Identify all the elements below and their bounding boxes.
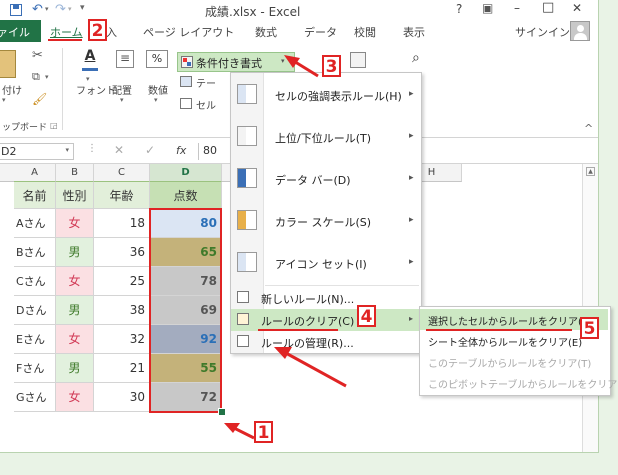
arrow-4-head: [274, 347, 292, 359]
annotation-arrows: [48, 39, 572, 440]
step-badge-5: 5: [580, 317, 599, 339]
arrow-3-head: [284, 55, 300, 68]
step-badge-3: 3: [322, 55, 341, 77]
step-badge-2: 2: [88, 19, 107, 41]
arrow-4: [283, 350, 347, 388]
step-badge-1: 1: [254, 421, 273, 443]
step-badge-4: 4: [357, 305, 376, 327]
arrow-1-head: [224, 423, 240, 433]
